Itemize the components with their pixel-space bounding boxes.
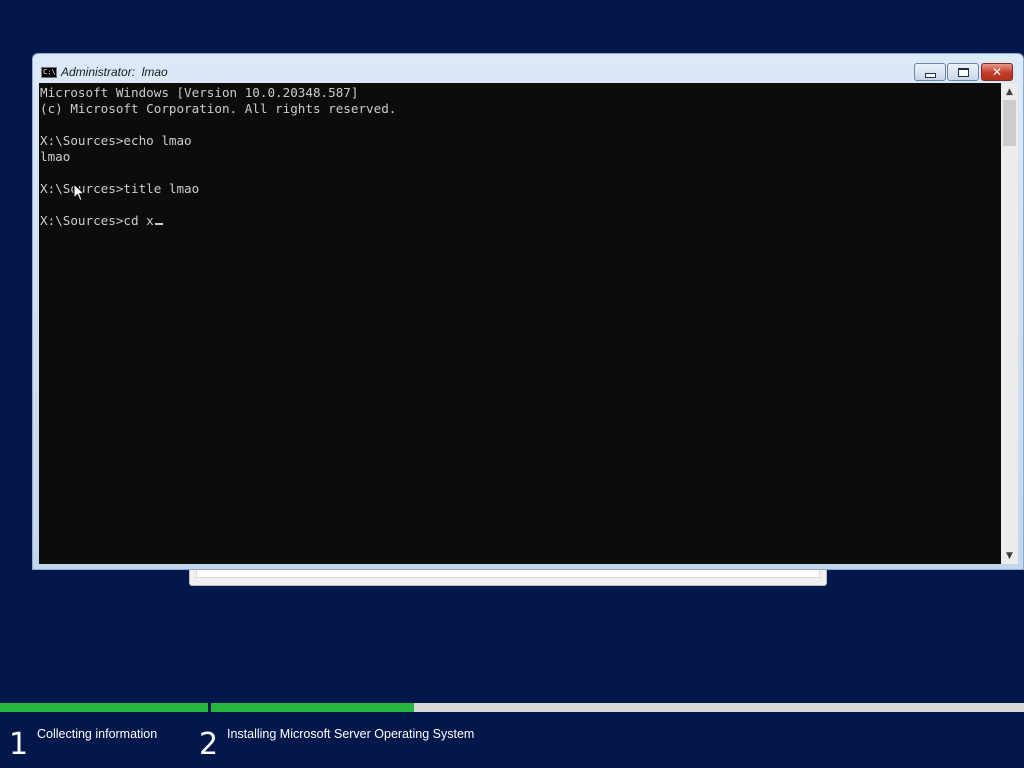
step-1-label: Collecting information (37, 727, 158, 741)
scroll-down-arrow-icon[interactable]: ▼ (1001, 547, 1018, 564)
minimize-button[interactable] (914, 63, 946, 81)
title-bar[interactable]: C:\ Administrator: lmao ✕ (33, 54, 1023, 84)
console-text: Microsoft Windows [Version 10.0.20348.58… (39, 83, 1001, 229)
scroll-thumb[interactable] (1003, 100, 1016, 146)
step-2-number: 2 (199, 727, 219, 762)
command-prompt-window[interactable]: C:\ Administrator: lmao ✕ Microsoft Wind… (32, 53, 1024, 570)
console-line: X:\Sources>title lmao (40, 181, 200, 196)
vertical-scrollbar[interactable]: ▲ ▼ (1001, 83, 1018, 564)
progress-fill-2 (211, 703, 415, 712)
restore-icon (957, 67, 969, 77)
step-2-label: Installing Microsoft Server Operating Sy… (227, 727, 475, 741)
maximize-button[interactable] (947, 63, 979, 81)
console-line: (c) Microsoft Corporation. All rights re… (40, 101, 397, 116)
console-line: lmao (40, 149, 71, 164)
console-line: X:\Sources>echo lmao (40, 133, 192, 148)
console-input-line[interactable]: X:\Sources>cd x (40, 213, 154, 228)
close-button[interactable]: ✕ (981, 63, 1013, 81)
setup-progress-bar (0, 702, 1024, 713)
text-cursor (154, 223, 163, 225)
command-prompt-icon: C:\ (41, 67, 57, 78)
progress-segment-1 (0, 703, 208, 712)
close-icon: ✕ (991, 65, 1003, 79)
progress-segment-2 (211, 703, 1024, 712)
window-title: Administrator: lmao (61, 65, 168, 79)
console-output[interactable]: Microsoft Windows [Version 10.0.20348.58… (39, 83, 1001, 564)
scroll-up-arrow-icon[interactable]: ▲ (1001, 83, 1018, 100)
mouse-pointer-icon (73, 183, 85, 202)
progress-fill-1 (0, 703, 208, 712)
console-line: Microsoft Windows [Version 10.0.20348.58… (40, 85, 359, 100)
minimize-icon (924, 73, 936, 78)
step-1-number: 1 (9, 727, 29, 762)
